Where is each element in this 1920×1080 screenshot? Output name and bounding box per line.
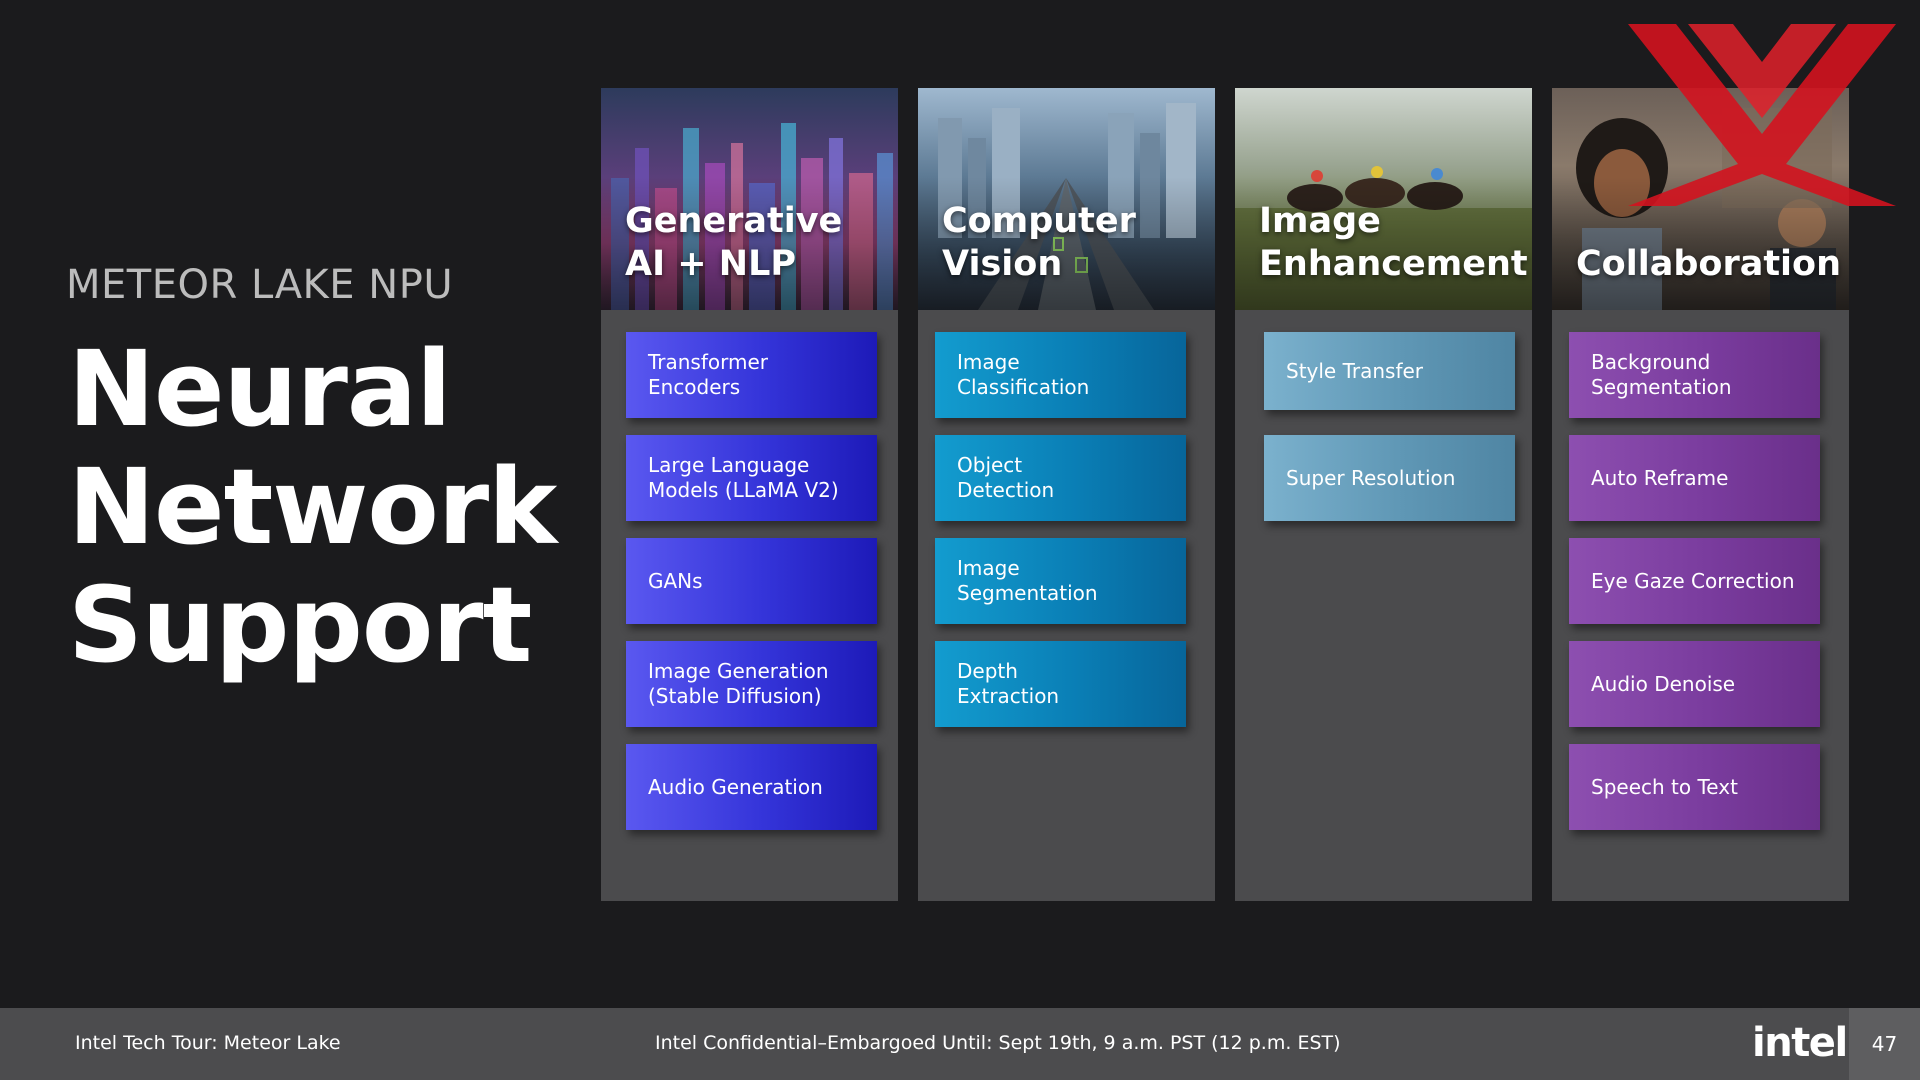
column-title: Collaboration [1576,243,1841,286]
item-speech-to-text: Speech to Text [1569,744,1820,830]
item-image-classification: Image Classification [935,332,1186,418]
item-label-line: Extraction [957,684,1060,708]
column-header-image: Computer Vision [918,88,1215,310]
item-label-line: Auto Reframe [1591,465,1729,490]
column-title-line: Enhancement [1259,244,1528,284]
item-label-line: Image [957,350,1020,374]
item-label-line: Audio Denoise [1591,671,1736,696]
column-title-line: Collaboration [1576,244,1842,284]
column-generative-ai: Generative AI + NLP Transformer Encoders … [601,88,898,901]
item-label-line: Encoders [648,375,741,399]
column-title-line: Vision [942,244,1063,284]
item-image-generation: Image Generation (Stable Diffusion) [626,641,877,727]
item-label-line: Image Generation [648,659,829,683]
item-super-resolution: Super Resolution [1264,435,1515,521]
item-style-transfer: Style Transfer [1264,332,1515,410]
intel-logo: intel. [1752,1020,1862,1066]
item-depth-extraction: Depth Extraction [935,641,1186,727]
page-number: 47 [1849,1008,1920,1080]
slide-headline: Neural Network Support [68,328,557,686]
item-label-line: (Stable Diffusion) [648,684,822,708]
item-label-line: Segmentation [1591,375,1732,399]
item-eye-gaze-correction: Eye Gaze Correction [1569,538,1820,624]
column-computer-vision: Computer Vision Image Classification Obje… [918,88,1215,901]
footer-bar: Intel Tech Tour: Meteor Lake Intel Confi… [0,1008,1920,1080]
slide-eyebrow: METEOR LAKE NPU [66,262,454,308]
item-audio-generation: Audio Generation [626,744,877,830]
column-image-enhancement: Image Enhancement Style Transfer Super R… [1235,88,1532,901]
footer-confidential-notice: Intel Confidential–Embargoed Until: Sept… [655,1032,1341,1054]
item-label-line: Image [957,556,1020,580]
headline-line: Neural [68,328,452,450]
item-label-line: Object [957,453,1023,477]
item-label-line: Classification [957,375,1090,399]
item-label-line: Background [1591,350,1711,374]
item-label-line: Segmentation [957,581,1098,605]
column-title: Image Enhancement [1259,200,1528,286]
column-title-line: Generative [625,201,843,241]
item-label-line: Style Transfer [1286,358,1424,383]
item-background-segmentation: Background Segmentation [1569,332,1820,418]
item-label-line: Speech to Text [1591,774,1738,799]
column-title: Generative AI + NLP [625,200,842,286]
item-label-line: Transformer [648,350,769,374]
item-object-detection: Object Detection [935,435,1186,521]
item-large-language-models: Large Language Models (LLaMA V2) [626,435,877,521]
headline-line: Support [68,564,532,686]
column-header-image: Image Enhancement [1235,88,1532,310]
column-title: Computer Vision [942,200,1136,286]
item-label-line: Depth [957,659,1018,683]
item-auto-reframe: Auto Reframe [1569,435,1820,521]
xx-watermark-logo [1628,24,1896,206]
column-header-image: Generative AI + NLP [601,88,898,310]
column-collaboration: Collaboration Background Segmentation Aut… [1552,88,1849,901]
item-label-line: GANs [648,568,703,593]
item-label-line: Super Resolution [1286,465,1456,490]
column-title-line: Computer [942,201,1136,241]
item-gans: GANs [626,538,877,624]
item-transformer-encoders: Transformer Encoders [626,332,877,418]
item-label-line: Detection [957,478,1055,502]
item-label-line: Audio Generation [648,774,823,799]
item-audio-denoise: Audio Denoise [1569,641,1820,727]
column-title-line: Image [1259,201,1381,241]
item-label-line: Eye Gaze Correction [1591,568,1795,593]
column-title-line: AI + NLP [625,244,797,284]
item-image-segmentation: Image Segmentation [935,538,1186,624]
item-label-line: Models (LLaMA V2) [648,478,839,502]
headline-line: Network [68,446,557,568]
footer-event-name: Intel Tech Tour: Meteor Lake [75,1032,341,1054]
item-label-line: Large Language [648,453,810,477]
